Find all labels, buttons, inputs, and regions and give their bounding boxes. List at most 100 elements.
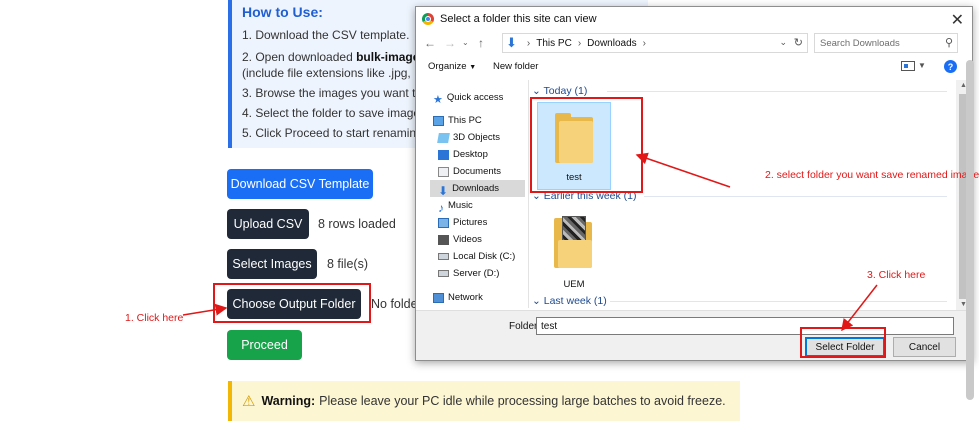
step-2-text: 2. Open downloaded (242, 50, 357, 64)
folder-name: UEM (563, 279, 585, 290)
desktop-icon (438, 149, 449, 160)
forward-icon[interactable]: → (444, 36, 456, 50)
nav-desktop[interactable]: Desktop (438, 147, 488, 162)
screen: How to Use: 1. Download the CSV template… (0, 0, 979, 436)
page-scrollbar[interactable] (966, 60, 974, 400)
caret-down-icon[interactable]: ▼ (918, 61, 926, 70)
step-2-filename: bulk-image- (356, 50, 424, 64)
step-2: 2. Open downloaded bulk-image- (242, 50, 423, 64)
nav-label: Network (448, 292, 483, 303)
music-icon: ♪ (438, 200, 444, 215)
disk-icon (438, 270, 449, 277)
close-icon[interactable]: ✕ (951, 10, 964, 30)
step-4: 4. Select the folder to save images. (242, 106, 430, 120)
search-placeholder: Search Downloads (820, 37, 900, 49)
nav-3d-objects[interactable]: 3D Objects (437, 130, 500, 145)
annotation-step-2: 2. select folder you want save renamed i… (765, 169, 979, 181)
upload-csv-button[interactable]: Upload CSV (227, 209, 309, 239)
back-icon[interactable]: ← (424, 36, 436, 50)
organize-menu[interactable]: Organize ▼ (428, 61, 476, 72)
nav-label: This PC (448, 115, 482, 126)
search-input[interactable]: Search Downloads ⚲ (814, 33, 958, 53)
chevron-down-icon[interactable]: ⌄ (779, 37, 787, 48)
caret-down-icon: ▼ (469, 64, 477, 71)
rows-loaded-status: 8 rows loaded (318, 217, 396, 231)
navigation-pane: ★ Quick access This PC 3D Objects Desktop… (416, 80, 528, 310)
network-icon (433, 292, 444, 303)
nav-videos[interactable]: Videos (438, 232, 482, 247)
nav-pictures[interactable]: Pictures (438, 215, 487, 230)
nav-downloads[interactable]: ⬇ Downloads (438, 181, 500, 198)
warning-label: Warning: (261, 394, 316, 408)
proceed-button[interactable]: Proceed (227, 330, 302, 360)
annotation-box-select-folder (800, 327, 886, 358)
organize-label: Organize (428, 61, 467, 72)
recent-dropdown-icon[interactable]: ⌄ (462, 38, 469, 47)
videos-icon (438, 234, 449, 245)
address-row: ← → ⌄ ↑ ⬇ › This PC › Downloads › ⌄ ↻ Se… (416, 32, 972, 56)
view-options-icon[interactable] (901, 61, 915, 71)
nav-label: Videos (453, 234, 482, 245)
group-label: Today (1) (543, 85, 588, 97)
warning-icon: ⚠ (242, 393, 256, 410)
chevron-right-icon: › (577, 37, 582, 49)
computer-icon (433, 115, 444, 126)
folder-input[interactable]: test (536, 317, 954, 335)
dialog-titlebar: Select a folder this site can view ✕ (416, 7, 972, 31)
nav-label: Quick access (446, 92, 504, 103)
nav-label: Documents (453, 166, 502, 177)
nav-label: Music (448, 200, 473, 211)
folder-picker-dialog: Select a folder this site can view ✕ ← →… (415, 6, 973, 361)
help-icon[interactable]: ? (944, 60, 957, 73)
annotation-step-1: 1. Click here (125, 312, 184, 324)
nav-server[interactable]: Server (D:) (438, 266, 499, 281)
group-today[interactable]: ⌄ Today (1) (532, 85, 952, 97)
cancel-button[interactable]: Cancel (893, 337, 956, 357)
chevron-down-icon: ⌄ (532, 85, 541, 97)
search-icon: ⚲ (944, 37, 953, 49)
address-bar[interactable]: ⬇ › This PC › Downloads › ⌄ ↻ (502, 33, 808, 53)
nav-label: Pictures (453, 217, 488, 228)
group-last-week[interactable]: ⌄ Last week (1) (532, 295, 952, 307)
download-csv-button[interactable]: Download CSV Template (227, 169, 373, 199)
group-label: Last week (1) (543, 295, 607, 307)
annotation-step-3: 3. Click here (867, 269, 926, 281)
select-images-button[interactable]: Select Images (227, 249, 317, 279)
breadcrumb-downloads[interactable]: Downloads (587, 38, 636, 49)
annotation-box-test-folder (530, 97, 643, 193)
output-folder-status: No folde (371, 297, 418, 311)
pane-splitter[interactable] (528, 80, 529, 308)
nav-local-disk[interactable]: Local Disk (C:) (438, 249, 515, 264)
download-icon: ⬇ (438, 183, 449, 198)
step-1: 1. Download the CSV template. (242, 28, 410, 42)
nav-quick-access[interactable]: ★ Quick access (433, 90, 504, 106)
divider (644, 196, 947, 197)
folder-footer: Folder: test Select Folder Cancel (416, 310, 972, 360)
nav-documents[interactable]: Documents (438, 164, 501, 179)
chevron-right-icon: › (642, 37, 646, 49)
divider (610, 301, 947, 302)
nav-label: Desktop (453, 149, 488, 160)
step-2-note: (include file extensions like .jpg, .p (242, 66, 425, 80)
breadcrumb-this-pc[interactable]: This PC (536, 38, 572, 49)
new-folder-button[interactable]: New folder (493, 61, 538, 72)
up-icon[interactable]: ↑ (478, 36, 484, 50)
nav-network[interactable]: Network (433, 290, 483, 305)
nav-label: 3D Objects (453, 132, 500, 143)
disk-icon (438, 253, 449, 260)
chrome-icon (422, 13, 434, 25)
dialog-toolbar: Organize ▼ New folder ▼ ? (416, 56, 972, 78)
nav-label: Downloads (452, 183, 500, 194)
refresh-icon[interactable]: ↻ (794, 36, 803, 49)
warning-box: ⚠ Warning: Please leave your PC idle whi… (228, 381, 740, 421)
chevron-down-icon: ⌄ (532, 295, 541, 307)
folder-uem[interactable]: UEM (537, 208, 611, 296)
nav-music[interactable]: ♪ Music (438, 198, 473, 215)
step-3: 3. Browse the images you want to (242, 86, 423, 100)
star-icon: ★ (433, 93, 443, 106)
step-5: 5. Click Proceed to start renaming. (242, 126, 427, 140)
nav-this-pc[interactable]: This PC (433, 113, 482, 128)
annotation-box-output-folder (213, 283, 371, 323)
folder-icon (554, 216, 592, 268)
chevron-right-icon: › (526, 37, 531, 49)
